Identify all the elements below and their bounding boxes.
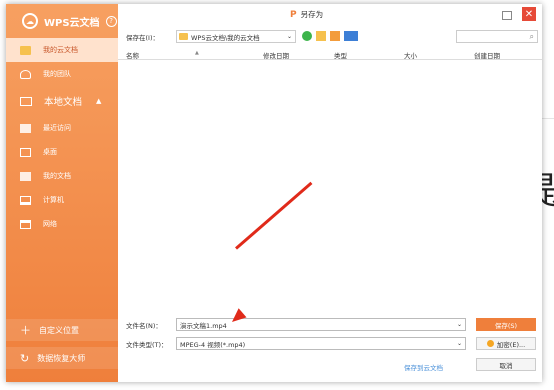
sidebar-item-my-documents[interactable]: 我的文档 (6, 164, 118, 188)
desktop-icon (20, 147, 31, 157)
title-bar: P 另存为 ✕ (118, 4, 542, 26)
encrypt-button[interactable]: 加密(E)... (476, 337, 536, 350)
custom-location-label: 自定义位置 (39, 325, 79, 335)
folder-icon (179, 33, 188, 40)
save-to-cloud-link[interactable]: 保存到云文档 (404, 362, 443, 372)
filetype-select[interactable]: MPEG-4 视频(*.mp4) ⌄ (176, 337, 466, 350)
filename-value: 演示文稿1.mp4 (180, 321, 227, 330)
maximize-icon[interactable] (502, 11, 512, 20)
back-icon[interactable] (302, 31, 312, 41)
sidebar-item-label: 桌面 (43, 148, 57, 156)
chevron-down-icon: ⌄ (286, 33, 292, 40)
column-type[interactable]: 类型 (334, 50, 347, 60)
sidebar-item-computer[interactable]: 计算机 (6, 188, 118, 212)
network-icon (20, 219, 31, 229)
column-size[interactable]: 大小 (404, 50, 417, 60)
close-icon[interactable]: ✕ (522, 7, 536, 21)
sidebar-item-my-team[interactable]: 我的团队 (6, 62, 118, 86)
sidebar-item-label: 我的云文档 (43, 46, 78, 54)
encrypt-label: 加密(E)... (496, 340, 526, 349)
filename-input[interactable]: 演示文稿1.mp4 ⌄ (176, 318, 466, 331)
new-folder-icon[interactable] (330, 31, 340, 41)
sidebar-item-network[interactable]: 网络 (6, 212, 118, 236)
sidebar-item-label: 我的文档 (43, 172, 71, 180)
cancel-button[interactable]: 取消 (476, 358, 536, 371)
monitor-icon (20, 96, 32, 106)
sidebar-item-label: 网络 (43, 220, 57, 228)
up-folder-icon[interactable] (316, 31, 326, 41)
bottom-panel: 文件名(N)： 演示文稿1.mp4 ⌄ 保存(S) 文件类型(T)： MPEG-… (118, 313, 542, 382)
sidebar-item-label: 我的团队 (43, 70, 71, 78)
collapse-arrow-icon[interactable]: ▲ (96, 97, 101, 105)
column-modified[interactable]: 修改日期 (263, 50, 289, 60)
save-as-dialog: ☁ WPS云文档 ? 我的云文档 我的团队 本地文档 ▲ 最近访问 桌面 我的文… (6, 4, 542, 382)
view-menu-icon[interactable] (344, 31, 358, 41)
sort-ascending-icon: ▲ (195, 50, 199, 56)
save-in-label: 保存在(I)： (126, 34, 159, 42)
sidebar-section-local-docs[interactable]: 本地文档 ▲ (6, 86, 118, 116)
team-icon (20, 69, 31, 79)
path-value: WPS云文档\我的云文档 (191, 33, 260, 42)
sidebar-item-recent[interactable]: 最近访问 (6, 116, 118, 140)
local-docs-label: 本地文档 (44, 97, 83, 108)
computer-icon (20, 195, 31, 205)
data-recovery-button[interactable]: ↻ 数据恢复大师 (6, 347, 118, 369)
sidebar-item-label: 计算机 (43, 196, 64, 204)
dialog-title: P 另存为 (290, 10, 324, 20)
recent-icon (20, 123, 31, 133)
file-list[interactable] (118, 61, 542, 311)
main-panel: P 另存为 ✕ 保存在(I)： WPS云文档\我的云文档 ⌄ ⌕ ▲ 名称 修改日… (118, 4, 542, 382)
background-divider (540, 118, 554, 119)
shield-icon (486, 340, 494, 347)
cloud-folder-icon (20, 45, 31, 55)
toolbar: 保存在(I)： WPS云文档\我的云文档 ⌄ ⌕ (118, 29, 542, 45)
custom-location-button[interactable]: ＋ 自定义位置 (6, 319, 118, 341)
sidebar: ☁ WPS云文档 ? 我的云文档 我的团队 本地文档 ▲ 最近访问 桌面 我的文… (6, 4, 118, 382)
search-input[interactable]: ⌕ (456, 30, 538, 43)
filename-label: 文件名(N)： (126, 322, 162, 330)
save-button[interactable]: 保存(S) (476, 318, 536, 331)
documents-icon (20, 171, 31, 181)
plus-icon: ＋ (20, 324, 31, 337)
brand-label: WPS云文档 (44, 17, 100, 29)
file-list-header: ▲ 名称 修改日期 类型 大小 创建日期 (118, 48, 542, 60)
data-recovery-label: 数据恢复大师 (37, 353, 86, 363)
chevron-down-icon[interactable]: ⌄ (457, 321, 462, 328)
save-in-dropdown[interactable]: WPS云文档\我的云文档 ⌄ (176, 30, 296, 43)
wps-p-icon: P (290, 10, 297, 20)
help-icon[interactable]: ? (105, 15, 117, 27)
search-icon[interactable]: ⌕ (530, 32, 534, 42)
column-name[interactable]: 名称 (126, 50, 139, 60)
sidebar-item-label: 最近访问 (43, 124, 71, 132)
chevron-down-icon[interactable]: ⌄ (457, 340, 462, 347)
sidebar-item-my-cloud-docs[interactable]: 我的云文档 (6, 38, 118, 62)
sidebar-brand: ☁ WPS云文档 ? (6, 4, 118, 38)
recovery-icon: ↻ (20, 351, 30, 365)
column-created[interactable]: 创建日期 (474, 50, 500, 60)
sidebar-item-desktop[interactable]: 桌面 (6, 140, 118, 164)
filetype-value: MPEG-4 视频(*.mp4) (180, 340, 246, 349)
cloud-logo-icon: ☁ (22, 13, 38, 29)
filetype-label: 文件类型(T)： (126, 341, 168, 349)
